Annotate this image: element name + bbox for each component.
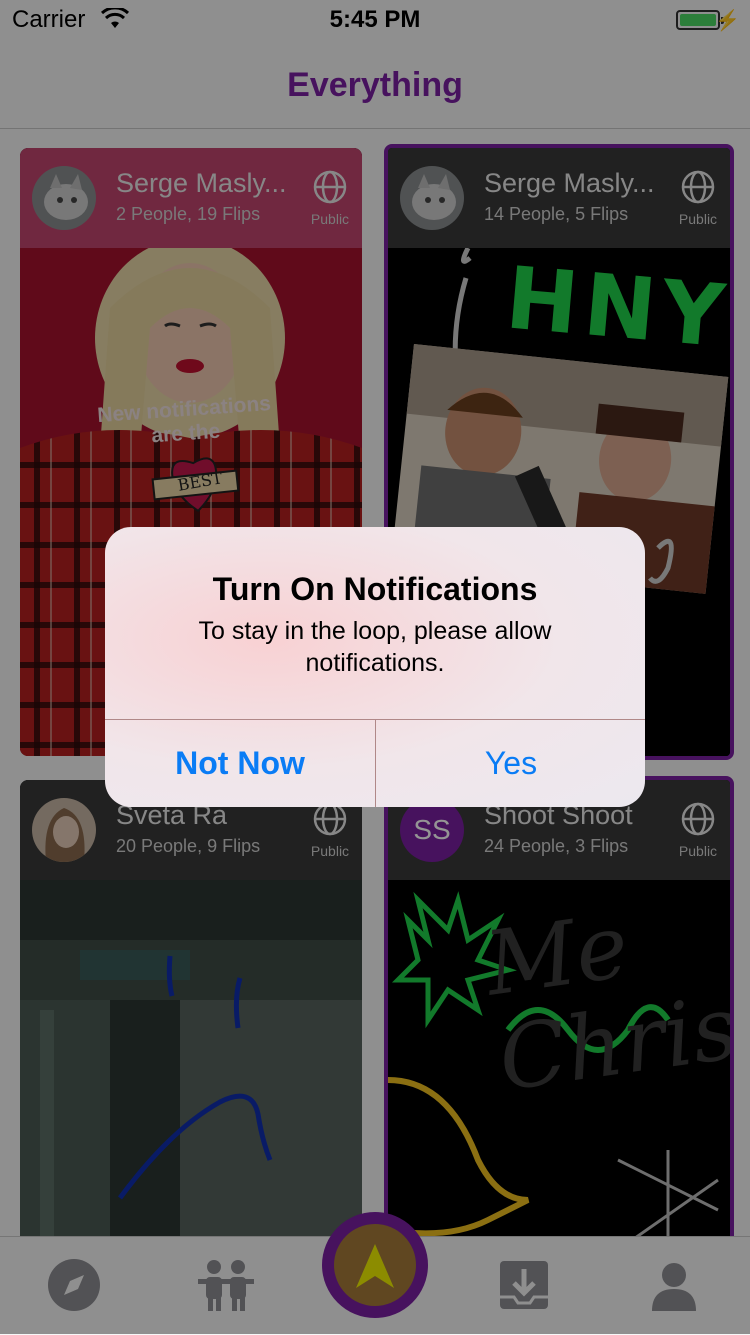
alert-message: To stay in the loop, please allow notifi… <box>198 617 552 677</box>
yes-button[interactable]: Yes <box>376 720 645 807</box>
alert-title: Turn On Notifications <box>212 571 538 607</box>
notification-alert: Turn On Notifications To stay in the loo… <box>105 527 645 807</box>
not-now-button[interactable]: Not Now <box>105 720 375 807</box>
